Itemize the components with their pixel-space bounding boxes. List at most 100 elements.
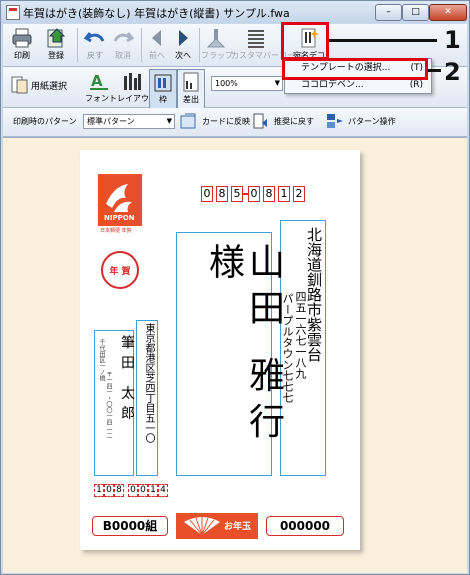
callout-number-2: 2 <box>444 58 461 86</box>
minimize-button[interactable]: – <box>375 4 402 21</box>
undo-button[interactable]: 戻す <box>81 26 109 64</box>
print-pattern-value: 標準パターン <box>87 117 135 126</box>
arrow-right-icon <box>179 30 188 46</box>
sender-zip-digit: 1 <box>94 484 104 497</box>
next-label: 次へ <box>175 51 191 60</box>
font-icon: A <box>90 72 108 90</box>
print-pattern-select[interactable]: 標準パターン ▼ <box>83 114 175 129</box>
prev-button[interactable]: 前へ <box>145 26 169 64</box>
custom-barcode-button[interactable]: カスタマバーコード <box>231 26 303 64</box>
recipient-name-box[interactable]: 山田 雅行 様 <box>176 232 284 476</box>
recipient-name: 山田 雅行 様 <box>203 243 284 449</box>
toolbar-separator <box>77 28 78 62</box>
postmark: 年 賀 <box>101 251 139 289</box>
frame-label: 枠 <box>159 95 167 104</box>
toolbar-separator <box>199 28 200 62</box>
stamp: NIPPON 日本郵便 年賀 <box>98 174 142 234</box>
restore-button[interactable]: 推奨に戻す <box>251 111 325 133</box>
sender-address-3: 〒一四一・〇〇一四 一二 <box>105 371 112 439</box>
lottery-group: B0000組 <box>92 516 168 536</box>
cancel-button[interactable]: 取消 <box>109 26 137 64</box>
print-pattern-label: 印刷時のパターン <box>13 117 77 126</box>
maximize-button[interactable]: □ <box>402 4 429 21</box>
zip-digit: 8 <box>263 186 275 202</box>
zoom-select[interactable]: 100% ▼ <box>211 76 283 91</box>
frame-icon <box>154 74 172 92</box>
title-bar[interactable]: 年賀はがき(装飾なし) 年賀はがき(縦書) サンプル.fwa – □ ✕ <box>1 1 469 23</box>
restore-label: 推奨に戻す <box>274 117 314 126</box>
paper-icon <box>11 76 28 94</box>
pattern-ops-button[interactable]: パターン操作 <box>325 111 405 133</box>
recipient-address-box[interactable]: 北海道釧路市紫雲台 四五一六七一八九 パープルタウン七七七 <box>280 220 326 476</box>
callout-box-template-item <box>282 58 428 80</box>
close-button[interactable]: ✕ <box>429 4 467 21</box>
sender-label: 差出 <box>183 95 199 104</box>
flap-icon <box>206 29 226 48</box>
layout-icon <box>124 73 141 90</box>
app-icon <box>6 5 20 20</box>
reflect-card-button[interactable]: カードに反映 <box>179 111 259 133</box>
sender-zip-digit: 0 <box>104 484 114 497</box>
sender-zip-digit: 0 <box>138 484 148 497</box>
sender-zip-digit: 0 <box>128 484 138 497</box>
callout-number-1: 1 <box>444 26 461 54</box>
postcard-preview[interactable]: NIPPON 日本郵便 年賀 年 賀 0 8 5 0 8 1 2 北海道釧路市紫… <box>80 150 360 550</box>
stamp-image: NIPPON <box>98 174 142 226</box>
sender-icon <box>183 72 199 92</box>
card-reflect-icon <box>180 113 196 129</box>
print-button[interactable]: 印刷 <box>7 26 37 64</box>
custom-barcode-label: カスタマバーコード <box>231 51 303 60</box>
callout-box-address-design <box>281 22 329 60</box>
sender-button[interactable]: 差出 <box>177 69 205 109</box>
flap-label: フラップ <box>201 51 233 60</box>
printer-icon <box>12 28 32 48</box>
postmark-text: 年 賀 <box>109 267 131 277</box>
paper-select-button[interactable]: 用紙選択 <box>9 75 75 97</box>
otoshidama-label: お年玉 <box>224 522 252 532</box>
sender-name-box[interactable]: 筆田 太郎 千代田区一ノ橋 〒一四一・〇〇一四 一二 <box>94 330 135 476</box>
register-button[interactable]: 登録 <box>41 26 71 64</box>
font-label: フォント <box>85 94 117 103</box>
layout-label: レイアウト <box>117 94 157 103</box>
zip-digit: 2 <box>293 186 305 202</box>
fan-icon <box>184 517 220 536</box>
pattern-toolbar: 印刷時のパターン 標準パターン ▼ カードに反映 推奨に戻す パターン操作 <box>3 108 467 137</box>
zip-digit: 5 <box>231 186 243 202</box>
stamp-caption: NIPPON <box>104 214 135 222</box>
sender-name: 筆田 太郎 <box>119 335 135 426</box>
undo-label: 戻す <box>87 51 103 60</box>
zip-digit: 1 <box>278 186 290 202</box>
sender-address-2: 千代田区一ノ橋 <box>98 339 105 381</box>
frame-button[interactable]: 枠 <box>149 69 177 109</box>
barcode-icon <box>248 30 264 48</box>
layout-button[interactable]: レイアウト <box>117 69 157 107</box>
next-button[interactable]: 次へ <box>171 26 195 64</box>
sender-zip-digit: 8 <box>114 484 124 497</box>
toolbar-separator <box>141 28 142 62</box>
cancel-label: 取消 <box>115 51 131 60</box>
recipient-address-line-2: 四五一六七一八九 <box>294 291 307 379</box>
callout-line-2 <box>428 69 441 72</box>
zoom-value: 100% <box>215 79 238 88</box>
otoshidama-banner: お年玉 <box>176 513 258 539</box>
chevron-down-icon: ▼ <box>274 79 280 87</box>
arrow-left-icon <box>152 30 161 46</box>
callout-line-1 <box>329 39 437 42</box>
sender-zip-digit: 1 <box>148 484 158 497</box>
restore-icon <box>253 113 267 129</box>
svg-text:A: A <box>91 72 103 90</box>
sender-address-box[interactable]: 東京都港区芝四丁目五一〇 <box>136 320 158 476</box>
sender-zip-digit: 4 <box>158 484 168 497</box>
register-label: 登録 <box>48 51 64 60</box>
zip-digit: 0 <box>201 186 213 202</box>
font-button[interactable]: A フォント <box>85 69 117 107</box>
recipient-address-line-1: 北海道釧路市紫雲台 <box>305 227 323 362</box>
zip-digit: 8 <box>216 186 228 202</box>
lottery-number: 000000 <box>266 516 344 536</box>
zip-digit: 0 <box>248 186 260 202</box>
stamp-sub: 日本郵便 年賀 <box>100 228 132 234</box>
flap-button[interactable]: フラップ <box>201 26 233 64</box>
redo-icon <box>113 32 134 43</box>
chevron-down-icon: ▼ <box>166 117 172 125</box>
undo-icon <box>84 32 105 43</box>
